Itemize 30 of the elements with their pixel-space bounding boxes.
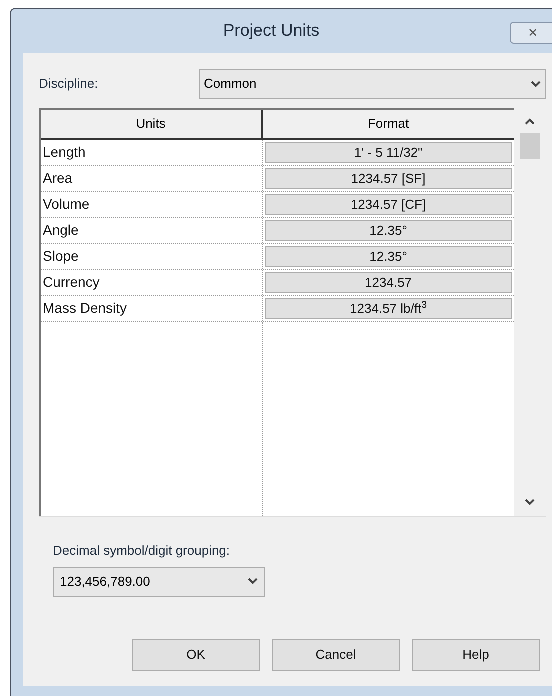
- grouping-label: Decimal symbol/digit grouping:: [53, 542, 232, 560]
- format-button[interactable]: 1234.57 [CF]: [265, 194, 512, 215]
- format-button[interactable]: 12.35°: [265, 246, 512, 267]
- chevron-down-icon: [531, 80, 541, 88]
- format-button[interactable]: 1' - 5 11/32": [265, 142, 512, 163]
- window-title: Project Units: [223, 20, 320, 42]
- format-button[interactable]: 1234.57: [265, 272, 512, 293]
- discipline-label: Discipline:: [39, 75, 100, 94]
- table-cell: Slope: [41, 244, 263, 269]
- format-button[interactable]: 1234.57 lb/ft$^{3}$: [265, 298, 512, 319]
- column-header: Units: [41, 110, 263, 138]
- table-cell: Length: [41, 140, 263, 165]
- format-button[interactable]: 12.35°: [265, 220, 512, 241]
- column-header: Format: [263, 110, 514, 138]
- format-button[interactable]: 1234.57 [SF]: [265, 168, 512, 189]
- table-cell: Area: [41, 166, 263, 191]
- table-cell: Volume: [41, 192, 263, 217]
- dialog-button[interactable]: Cancel: [272, 638, 400, 670]
- scroll-thumb[interactable]: [520, 133, 540, 159]
- dialog-button[interactable]: OK: [132, 638, 260, 670]
- table-cell: Mass Density: [41, 296, 263, 321]
- dialog-button[interactable]: Help: [412, 638, 540, 670]
- scroll-up-icon[interactable]: [525, 118, 536, 125]
- close-button[interactable]: ✕: [510, 22, 552, 44]
- table-cell: Angle: [41, 218, 263, 243]
- table-cell: Currency: [41, 270, 263, 295]
- discipline-dropdown[interactable]: Common: [199, 69, 546, 99]
- grouping-dropdown[interactable]: 123,456,789.00: [53, 566, 265, 596]
- chevron-down-icon: [248, 578, 258, 585]
- scroll-down-icon[interactable]: [525, 499, 536, 506]
